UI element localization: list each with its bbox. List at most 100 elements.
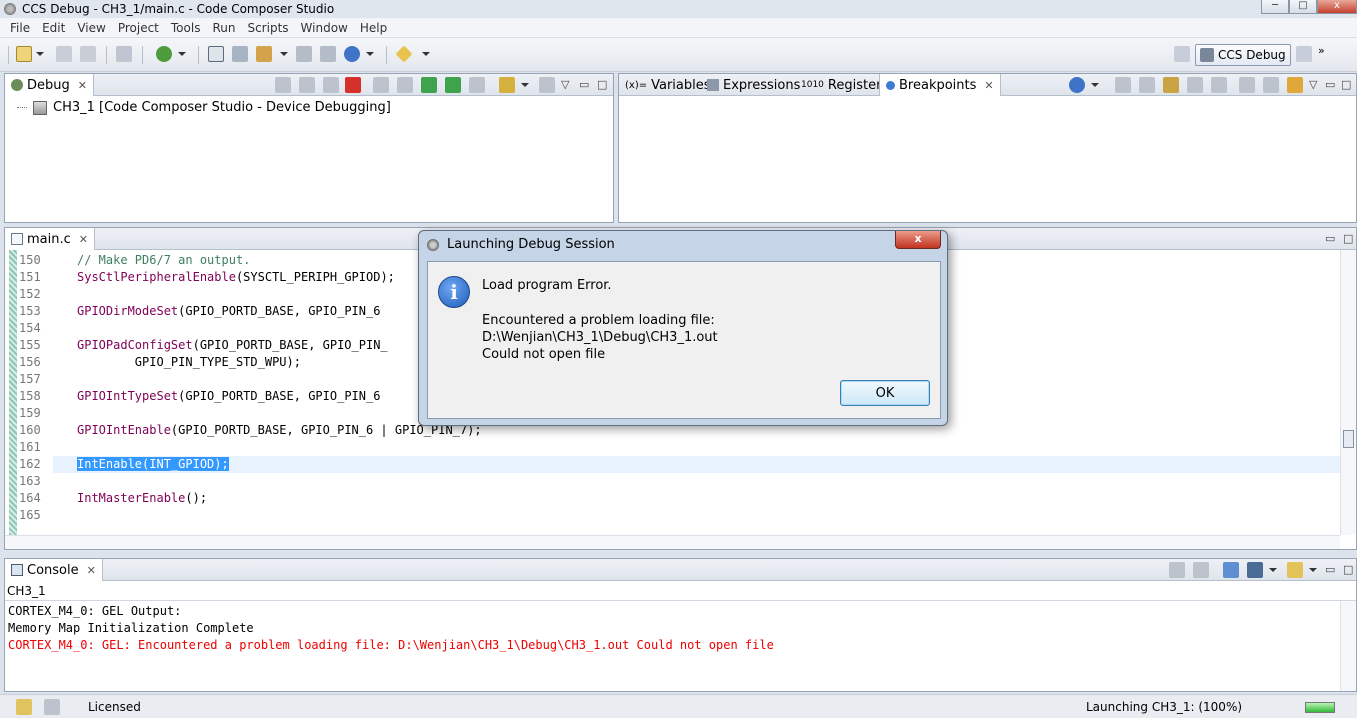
suspend-icon[interactable] <box>323 77 339 93</box>
target-config-icon[interactable] <box>232 46 248 62</box>
code-line[interactable]: IntEnable(INT_GPIOD); <box>77 456 482 473</box>
more-perspectives[interactable]: » <box>1318 44 1325 57</box>
scrollbar-thumb[interactable] <box>1343 430 1354 448</box>
minimize-button[interactable]: ─ <box>1261 0 1289 14</box>
refresh-icon[interactable] <box>539 77 555 93</box>
chevron-down-icon[interactable] <box>1309 568 1317 572</box>
main-toolbar: » <box>0 38 1357 72</box>
new-breakpoint-icon[interactable] <box>1069 77 1085 93</box>
remove-all-breakpoints-icon[interactable] <box>1139 77 1155 93</box>
progress-bar[interactable] <box>1305 702 1335 713</box>
maximize-view-icon[interactable]: □ <box>1343 232 1353 245</box>
menu-scripts[interactable]: Scripts <box>241 21 294 35</box>
minimize-view-icon[interactable]: ▭ <box>1325 232 1335 245</box>
editor-horizontal-scrollbar[interactable] <box>5 535 1340 549</box>
terminate-icon[interactable] <box>345 77 361 93</box>
close-icon[interactable]: ✕ <box>78 79 87 92</box>
console-vertical-scrollbar[interactable] <box>1340 601 1356 691</box>
tab-console[interactable]: Console ✕ <box>5 559 103 581</box>
remove-terminated-icon[interactable] <box>275 77 291 93</box>
collapse-all-icon[interactable] <box>1263 77 1279 93</box>
code-line[interactable] <box>77 507 482 524</box>
step-over-icon[interactable] <box>397 77 413 93</box>
external-tools-icon[interactable] <box>344 46 360 62</box>
minimize-view-icon[interactable]: ▭ <box>579 78 589 91</box>
expand-all-icon[interactable] <box>1239 77 1255 93</box>
clear-console-icon[interactable] <box>1169 562 1185 578</box>
console-output[interactable]: CORTEX_M4_0: GEL Output: Memory Map Initi… <box>8 603 774 654</box>
chevron-down-icon[interactable] <box>366 52 374 56</box>
menu-file[interactable]: File <box>4 21 36 35</box>
perspective-ccs-debug[interactable]: CCS Debug <box>1195 44 1291 66</box>
go-to-file-icon[interactable] <box>1187 77 1203 93</box>
pin-console-icon[interactable] <box>1223 562 1239 578</box>
reset-icon[interactable] <box>469 77 485 93</box>
breakpoint-icon[interactable] <box>296 46 312 62</box>
chevron-down-icon[interactable] <box>1269 568 1277 572</box>
menu-run[interactable]: Run <box>206 21 241 35</box>
menu-view[interactable]: View <box>71 21 111 35</box>
load-program-icon[interactable] <box>256 46 272 62</box>
tab-debug[interactable]: Debug ✕ <box>5 74 94 96</box>
fast-view-icon[interactable] <box>16 699 32 715</box>
chevron-down-icon[interactable] <box>1091 83 1099 87</box>
link-with-debug-icon[interactable] <box>1287 77 1303 93</box>
connect-icon[interactable] <box>208 46 224 62</box>
menu-edit[interactable]: Edit <box>36 21 71 35</box>
menu-help[interactable]: Help <box>354 21 393 35</box>
chevron-down-icon[interactable] <box>36 52 44 56</box>
maximize-view-icon[interactable]: □ <box>597 78 607 91</box>
tab-expressions[interactable]: Expressions <box>701 74 806 96</box>
minimize-view-icon[interactable]: ▭ <box>1325 78 1335 91</box>
save-icon[interactable] <box>56 46 72 62</box>
chevron-down-icon[interactable] <box>521 83 529 87</box>
code-line[interactable] <box>77 439 482 456</box>
view-menu-icon[interactable]: ▽ <box>1309 78 1317 91</box>
close-icon[interactable]: ✕ <box>87 564 96 577</box>
display-console-icon[interactable] <box>1247 562 1263 578</box>
dialog-close-button[interactable]: x <box>895 231 941 249</box>
restart-icon[interactable] <box>445 77 461 93</box>
scroll-lock-icon[interactable] <box>1193 562 1209 578</box>
skip-breakpoints-icon[interactable] <box>320 46 336 62</box>
menu-tools[interactable]: Tools <box>165 21 207 35</box>
close-button[interactable]: x <box>1317 0 1357 14</box>
open-perspective-icon[interactable] <box>1174 46 1190 62</box>
close-icon[interactable]: ✕ <box>984 79 993 92</box>
code-token: GPIOPadConfigSet <box>77 338 193 352</box>
open-console-icon[interactable] <box>1287 562 1303 578</box>
debug-icon[interactable] <box>156 46 172 62</box>
step-return-icon[interactable] <box>421 77 437 93</box>
minimize-view-icon[interactable]: ▭ <box>1325 563 1335 576</box>
assembly-step-icon[interactable] <box>499 77 515 93</box>
maximize-view-icon[interactable]: □ <box>1343 563 1353 576</box>
skip-all-icon[interactable] <box>1211 77 1227 93</box>
save-all-icon[interactable] <box>80 46 96 62</box>
new-icon[interactable] <box>16 46 32 62</box>
debug-perspective-icon[interactable] <box>1296 46 1312 62</box>
remove-breakpoint-icon[interactable] <box>1115 77 1131 93</box>
chevron-down-icon[interactable] <box>280 52 288 56</box>
menu-window[interactable]: Window <box>295 21 354 35</box>
chevron-down-icon[interactable] <box>422 52 430 56</box>
heap-status-icon[interactable] <box>44 699 60 715</box>
ok-button[interactable]: OK <box>840 380 930 406</box>
resume-icon[interactable] <box>299 77 315 93</box>
tab-breakpoints[interactable]: Breakpoints ✕ <box>879 74 1001 96</box>
close-icon[interactable]: ✕ <box>79 233 88 246</box>
maximize-view-icon[interactable]: □ <box>1341 78 1351 91</box>
pin-icon[interactable] <box>395 45 413 63</box>
debug-tree-item[interactable]: CH3_1 [Code Composer Studio - Device Deb… <box>17 100 391 115</box>
tab-main-c[interactable]: main.c ✕ <box>5 228 95 250</box>
maximize-button[interactable]: □ <box>1289 0 1317 14</box>
step-into-icon[interactable] <box>373 77 389 93</box>
variables-view: (x)= Variables Expressions 1010 Register… <box>618 73 1357 223</box>
menu-project[interactable]: Project <box>112 21 165 35</box>
editor-vertical-scrollbar[interactable] <box>1340 250 1356 535</box>
show-breakpoints-icon[interactable] <box>1163 77 1179 93</box>
code-line[interactable] <box>77 473 482 490</box>
chevron-down-icon[interactable] <box>178 52 186 56</box>
view-menu-icon[interactable]: ▽ <box>561 78 569 91</box>
print-icon[interactable] <box>116 46 132 62</box>
code-line[interactable]: IntMasterEnable(); <box>77 490 482 507</box>
